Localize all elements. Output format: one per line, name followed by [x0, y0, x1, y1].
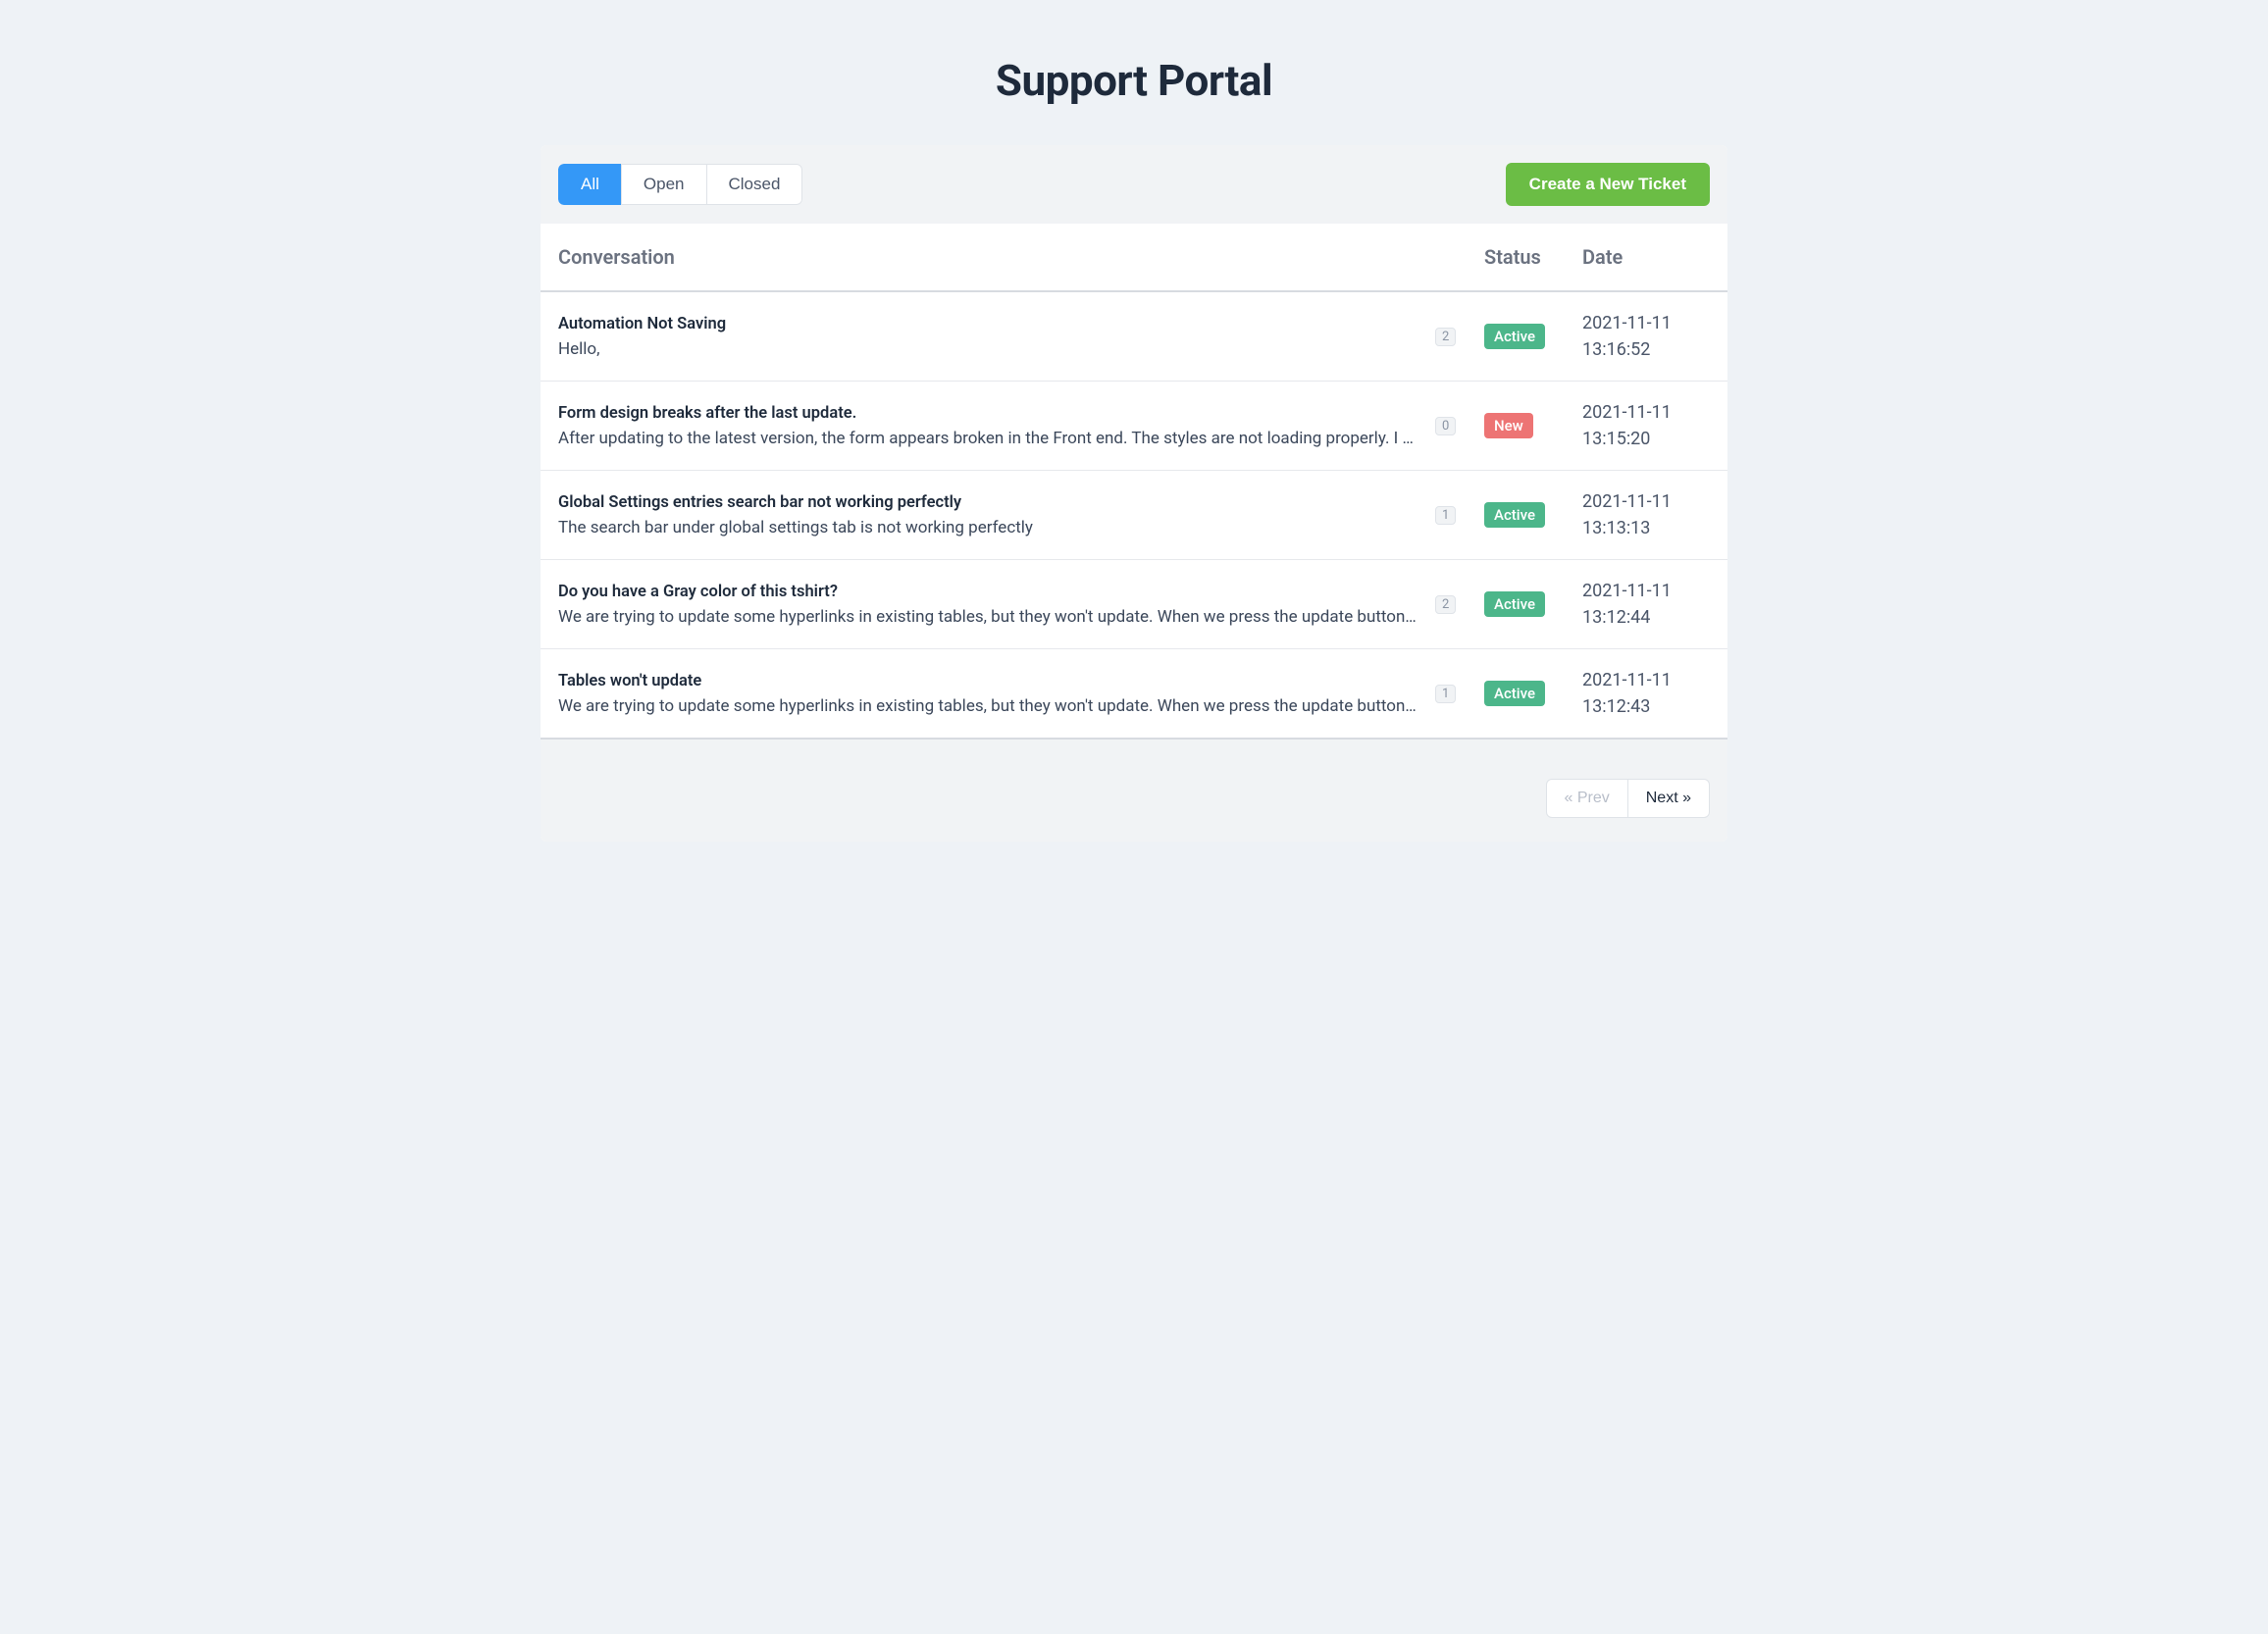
ticket-conversation: Tables won't update We are trying to upda… — [558, 672, 1435, 716]
table-header: Conversation Status Date — [541, 224, 1727, 292]
ticket-date: 2021-11-11 13:12:43 — [1582, 667, 1710, 720]
filter-tab-all[interactable]: All — [558, 164, 622, 205]
ticket-title: Global Settings entries search bar not w… — [558, 493, 1419, 512]
tickets-card: AllOpenClosed Create a New Ticket Conver… — [541, 145, 1727, 842]
ticket-status-wrap: Active — [1484, 502, 1582, 528]
ticket-conversation: Global Settings entries search bar not w… — [558, 493, 1435, 537]
ticket-status-badge: New — [1484, 413, 1533, 438]
page-title: Support Portal — [0, 55, 2268, 106]
ticket-title: Form design breaks after the last update… — [558, 404, 1419, 423]
column-status: Status — [1484, 245, 1582, 269]
ticket-count-wrap: 1 — [1435, 506, 1484, 525]
ticket-row[interactable]: Form design breaks after the last update… — [541, 382, 1727, 471]
ticket-count-badge: 1 — [1435, 685, 1456, 703]
ticket-count-wrap: 2 — [1435, 595, 1484, 614]
filter-tab-closed[interactable]: Closed — [706, 164, 803, 205]
ticket-row[interactable]: Automation Not Saving Hello, 2 Active 2021-1… — [541, 292, 1727, 382]
ticket-status-wrap: Active — [1484, 591, 1582, 617]
column-conversation: Conversation — [558, 245, 1435, 269]
ticket-title: Tables won't update — [558, 672, 1419, 690]
pagination: « Prev Next » — [1546, 779, 1711, 818]
ticket-status-wrap: New — [1484, 413, 1582, 438]
ticket-date: 2021-11-11 13:12:44 — [1582, 578, 1710, 631]
filter-tab-open[interactable]: Open — [621, 164, 707, 205]
table-footer: « Prev Next » — [541, 740, 1727, 842]
ticket-excerpt: We are trying to update some hyperlinks … — [558, 696, 1419, 716]
column-date: Date — [1582, 245, 1710, 269]
ticket-title: Do you have a Gray color of this tshirt? — [558, 583, 1419, 601]
ticket-excerpt: We are trying to update some hyperlinks … — [558, 607, 1419, 627]
ticket-date: 2021-11-11 13:15:20 — [1582, 399, 1710, 452]
ticket-excerpt: Hello, — [558, 339, 1419, 359]
ticket-conversation: Form design breaks after the last update… — [558, 404, 1435, 448]
ticket-count-wrap: 2 — [1435, 328, 1484, 346]
ticket-status-badge: Active — [1484, 324, 1545, 349]
ticket-count-badge: 2 — [1435, 328, 1456, 346]
ticket-count-badge: 2 — [1435, 595, 1456, 614]
ticket-date: 2021-11-11 13:16:52 — [1582, 310, 1710, 363]
ticket-status-badge: Active — [1484, 591, 1545, 617]
ticket-list: Automation Not Saving Hello, 2 Active 2021-1… — [541, 292, 1727, 740]
ticket-excerpt: The search bar under global settings tab… — [558, 518, 1419, 537]
ticket-row[interactable]: Tables won't update We are trying to upda… — [541, 649, 1727, 740]
ticket-conversation: Do you have a Gray color of this tshirt?… — [558, 583, 1435, 627]
create-ticket-button[interactable]: Create a New Ticket — [1506, 163, 1710, 206]
ticket-count-badge: 1 — [1435, 506, 1456, 525]
ticket-title: Automation Not Saving — [558, 315, 1419, 333]
ticket-row[interactable]: Do you have a Gray color of this tshirt?… — [541, 560, 1727, 649]
ticket-date: 2021-11-11 13:13:13 — [1582, 488, 1710, 541]
ticket-status-wrap: Active — [1484, 324, 1582, 349]
ticket-status-badge: Active — [1484, 502, 1545, 528]
filter-tabs: AllOpenClosed — [558, 164, 802, 205]
ticket-count-wrap: 0 — [1435, 417, 1484, 435]
ticket-excerpt: After updating to the latest version, th… — [558, 429, 1419, 448]
ticket-count-wrap: 1 — [1435, 685, 1484, 703]
ticket-status-badge: Active — [1484, 681, 1545, 706]
ticket-conversation: Automation Not Saving Hello, — [558, 315, 1435, 359]
toolbar: AllOpenClosed Create a New Ticket — [541, 145, 1727, 224]
next-button[interactable]: Next » — [1627, 779, 1710, 818]
ticket-row[interactable]: Global Settings entries search bar not w… — [541, 471, 1727, 560]
ticket-count-badge: 0 — [1435, 417, 1456, 435]
ticket-status-wrap: Active — [1484, 681, 1582, 706]
prev-button[interactable]: « Prev — [1546, 779, 1628, 818]
